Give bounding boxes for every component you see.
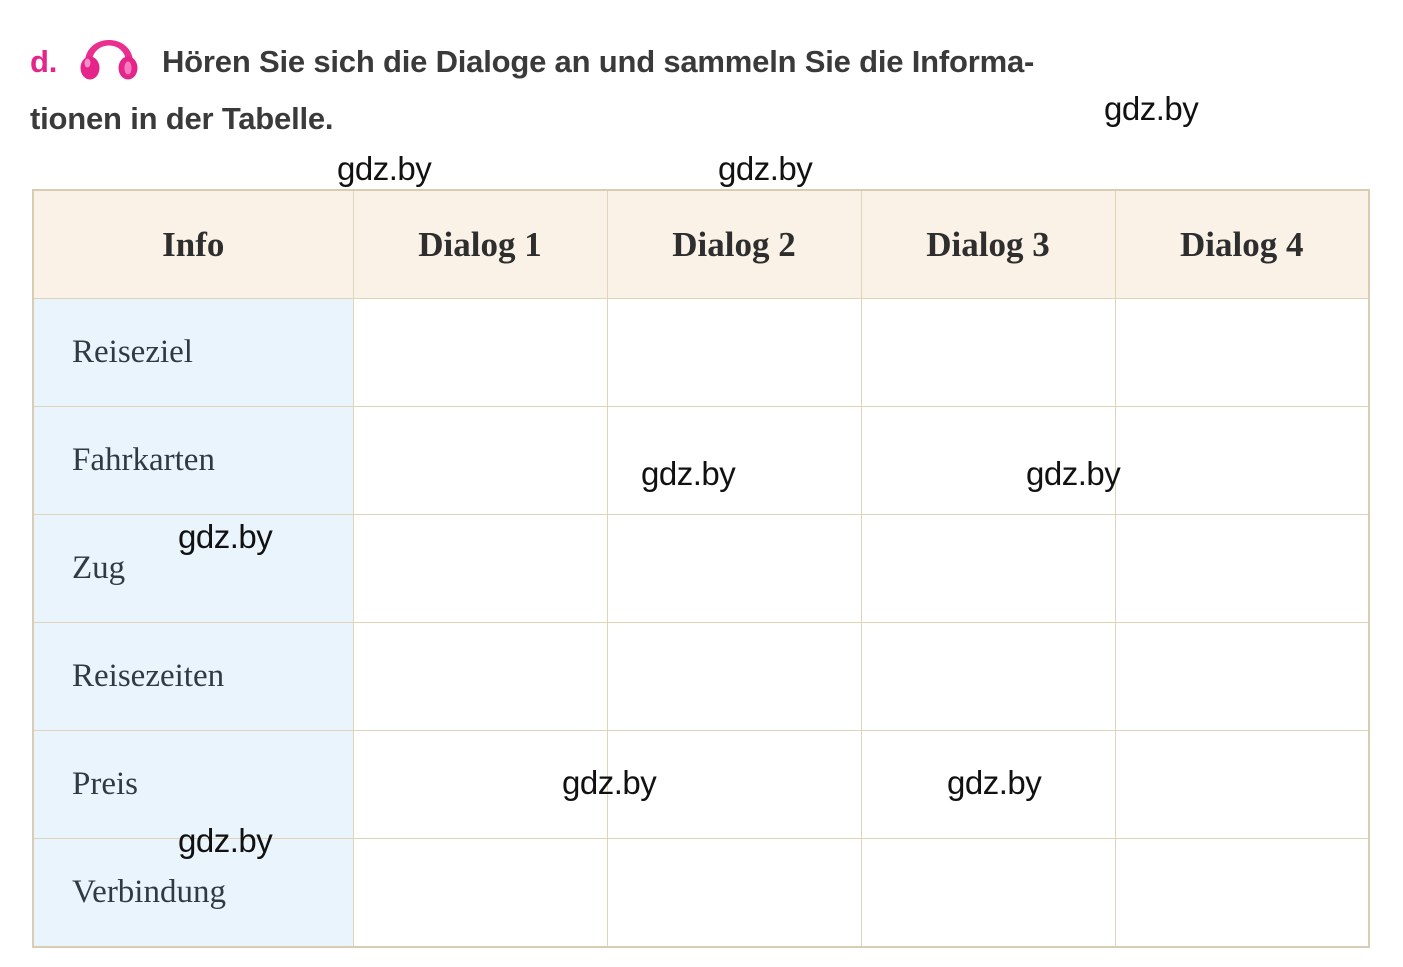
cell-fahrkarten-dialog-2[interactable] xyxy=(606,406,862,515)
cell-verbindung-dialog-4[interactable] xyxy=(1114,838,1370,948)
instruction-line-2: tionen in der Tabelle. xyxy=(30,101,334,136)
instruction-line-1: d. Hören Sie sich die Dialoge an und sam… xyxy=(30,38,1375,95)
cell-zug-dialog-3[interactable] xyxy=(860,514,1116,623)
table-row: Fahrkarten xyxy=(32,406,1370,515)
table-row: Verbindung xyxy=(32,838,1370,948)
table-header-row: Info Dialog 1 Dialog 2 Dialog 3 Dialog 4 xyxy=(32,189,1370,299)
headphones-icon xyxy=(78,38,140,95)
table-row: Preis xyxy=(32,730,1370,839)
dialog-info-table: Info Dialog 1 Dialog 2 Dialog 3 Dialog 4… xyxy=(32,189,1370,948)
cell-fahrkarten-dialog-1[interactable] xyxy=(352,406,608,515)
table-row: Zug xyxy=(32,514,1370,623)
cell-reiseziel-dialog-2[interactable] xyxy=(606,298,862,407)
exercise-instruction: d. Hören Sie sich die Dialoge an und sam… xyxy=(30,38,1375,142)
column-header-dialog-2: Dialog 2 xyxy=(606,189,862,299)
cell-reisezeiten-dialog-4[interactable] xyxy=(1114,622,1370,731)
cell-preis-dialog-2[interactable] xyxy=(606,730,862,839)
row-label-verbindung: Verbindung xyxy=(32,838,354,948)
instruction-text-line-1: Hören Sie sich die Dialoge an und sammel… xyxy=(162,44,1035,79)
cell-verbindung-dialog-1[interactable] xyxy=(352,838,608,948)
table-row: Reisezeiten xyxy=(32,622,1370,731)
cell-zug-dialog-4[interactable] xyxy=(1114,514,1370,623)
cell-verbindung-dialog-2[interactable] xyxy=(606,838,862,948)
table-row: Reiseziel xyxy=(32,298,1370,407)
cell-reisezeiten-dialog-3[interactable] xyxy=(860,622,1116,731)
cell-fahrkarten-dialog-4[interactable] xyxy=(1114,406,1370,515)
cell-reisezeiten-dialog-2[interactable] xyxy=(606,622,862,731)
column-header-dialog-4: Dialog 4 xyxy=(1114,189,1370,299)
exercise-letter: d. xyxy=(30,44,58,79)
cell-zug-dialog-1[interactable] xyxy=(352,514,608,623)
cell-preis-dialog-1[interactable] xyxy=(352,730,608,839)
cell-preis-dialog-4[interactable] xyxy=(1114,730,1370,839)
row-label-reiseziel: Reiseziel xyxy=(32,298,354,407)
row-label-preis: Preis xyxy=(32,730,354,839)
cell-preis-dialog-3[interactable] xyxy=(860,730,1116,839)
info-table-wrapper: Info Dialog 1 Dialog 2 Dialog 3 Dialog 4… xyxy=(32,189,1370,948)
cell-zug-dialog-2[interactable] xyxy=(606,514,862,623)
cell-fahrkarten-dialog-3[interactable] xyxy=(860,406,1116,515)
cell-reisezeiten-dialog-1[interactable] xyxy=(352,622,608,731)
cell-reiseziel-dialog-1[interactable] xyxy=(352,298,608,407)
column-header-dialog-3: Dialog 3 xyxy=(860,189,1116,299)
row-label-fahrkarten: Fahrkarten xyxy=(32,406,354,515)
cell-reiseziel-dialog-4[interactable] xyxy=(1114,298,1370,407)
row-label-reisezeiten: Reisezeiten xyxy=(32,622,354,731)
watermark: gdz.by xyxy=(718,150,813,187)
column-header-dialog-1: Dialog 1 xyxy=(352,189,608,299)
row-label-zug: Zug xyxy=(32,514,354,623)
cell-verbindung-dialog-3[interactable] xyxy=(860,838,1116,948)
cell-reiseziel-dialog-3[interactable] xyxy=(860,298,1116,407)
watermark: gdz.by xyxy=(337,150,432,187)
column-header-info: Info xyxy=(32,189,354,299)
